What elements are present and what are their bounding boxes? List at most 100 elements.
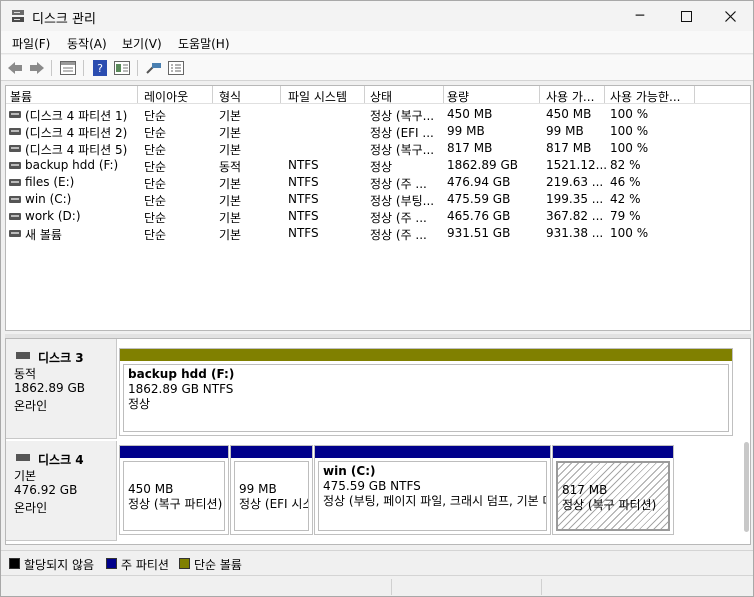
partition-win-c[interactable]: win (C:) 475.59 GB NTFS 정상 (부팅, 페이지 파일, … [314, 445, 551, 535]
menu-view[interactable]: 보기(V) [122, 35, 162, 52]
status-bar [1, 575, 753, 596]
properties-icon [60, 61, 76, 75]
table-cell: 정상 (복구... [370, 143, 435, 157]
table-row[interactable]: (디스크 4 파티션 1) 단순 기본 정상 (복구... 450 MB 450 MB 10… [6, 106, 750, 123]
menu-file[interactable]: 파일(F) [12, 35, 50, 52]
table-cell: 817 MB [546, 141, 592, 155]
table-row[interactable]: win (C:) 단순 기본 NTFS 정상 (부팅... 475.59 GB 199.35… [6, 191, 750, 208]
column-header[interactable]: 상태 [370, 88, 392, 105]
column-divider[interactable] [212, 86, 213, 103]
toolbar-separator [83, 60, 84, 76]
details-button[interactable] [167, 59, 185, 77]
column-header[interactable]: 사용 가능한... [610, 88, 680, 105]
table-cell: 새 볼륨 [25, 228, 62, 242]
table-cell: 정상 (주 ... [370, 211, 427, 225]
table-cell: NTFS [288, 209, 319, 223]
disk-label-4[interactable]: 디스크 4 기본 476.92 GB 온라인 [6, 441, 117, 541]
partition-bar [120, 349, 732, 361]
partition-size: 817 MB [562, 483, 608, 497]
partition-info: 99 MB 정상 (EFI 시스템 파티션) [234, 461, 309, 531]
back-button[interactable] [6, 59, 24, 77]
partition-size: 475.59 GB NTFS [323, 479, 421, 493]
window-title: 디스크 관리 [32, 12, 96, 27]
disk-management-icon [12, 10, 24, 22]
forward-button[interactable] [28, 59, 46, 77]
table-cell: backup hdd (F:) [25, 158, 119, 172]
volume-drive-icon [9, 230, 21, 237]
column-header[interactable]: 사용 가... [546, 88, 594, 105]
toolbar-separator [137, 60, 138, 76]
close-icon [724, 10, 736, 22]
legend-label-simple: 단순 볼륨 [194, 558, 242, 572]
table-cell: 42 % [610, 192, 641, 206]
volume-drive-icon [9, 196, 21, 203]
table-cell: (디스크 4 파티션 5) [25, 143, 128, 157]
column-header[interactable]: 용량 [447, 88, 469, 105]
table-cell: 450 MB [447, 107, 493, 121]
table-cell: 367.82 ... [546, 209, 604, 223]
column-divider[interactable] [443, 86, 444, 103]
maximize-button[interactable] [663, 1, 709, 31]
volume-drive-icon [9, 213, 21, 220]
table-cell: 정상 (부팅... [370, 194, 435, 208]
partition-status: 정상 [128, 397, 151, 411]
table-cell: 1862.89 GB [447, 158, 518, 172]
status-divider [541, 579, 542, 595]
minimize-button[interactable]: ─ [617, 1, 663, 31]
column-header[interactable]: 파일 시스템 [288, 88, 347, 105]
view-button[interactable] [113, 59, 131, 77]
table-cell: 단순 [144, 228, 167, 242]
disk-label-3[interactable]: 디스크 3 동적 1862.89 GB 온라인 [6, 339, 117, 439]
table-row[interactable]: work (D:) 단순 기본 NTFS 정상 (주 ... 465.76 GB 367.8… [6, 208, 750, 225]
table-cell: 100 % [610, 141, 649, 155]
column-header[interactable]: 형식 [219, 88, 241, 105]
svg-text:?: ? [97, 62, 103, 75]
table-row[interactable]: (디스크 4 파티션 2) 단순 기본 정상 (EFI ... 99 MB 99 MB 10… [6, 123, 750, 140]
column-header[interactable]: 레이아웃 [144, 88, 188, 105]
table-cell: 1521.12... [546, 158, 608, 172]
partition-name: backup hdd (F:) [128, 367, 235, 381]
partition-info-selected: 817 MB 정상 (복구 파티션) [556, 461, 670, 531]
close-button[interactable] [707, 1, 753, 31]
table-cell: 단순 [144, 194, 167, 208]
partition-efi[interactable]: 99 MB 정상 (EFI 시스템 파티션) [230, 445, 313, 535]
table-row[interactable]: backup hdd (F:) 단순 동적 NTFS 정상 1862.89 GB 1521.… [6, 157, 750, 174]
menu-action[interactable]: 동작(A) [67, 35, 107, 52]
connect-button[interactable] [145, 59, 163, 77]
table-cell: 100 % [610, 124, 649, 138]
partition-size: 450 MB [128, 482, 174, 496]
partition-recovery-1[interactable]: 450 MB 정상 (복구 파티션) [119, 445, 229, 535]
table-cell: 79 % [610, 209, 641, 223]
help-button[interactable]: ? [91, 59, 109, 77]
properties-button[interactable] [59, 59, 77, 77]
legend-bar: 할당되지 않음 주 파티션 단순 볼륨 [1, 550, 753, 574]
table-row[interactable]: (디스크 4 파티션 5) 단순 기본 정상 (복구... 817 MB 817 MB 10… [6, 140, 750, 157]
table-row[interactable]: 새 볼륨 단순 기본 NTFS 정상 (주 ... 931.51 GB 931.38 ...… [6, 225, 750, 242]
disk-view-scrollbar[interactable] [744, 442, 749, 532]
legend-swatch-simple [179, 558, 190, 569]
volume-list-header: 볼륨 레이아웃 형식 파일 시스템 상태 용량 사용 가... 사용 가능한... [6, 86, 750, 105]
menu-bar: 파일(F) 동작(A) 보기(V) 도움말(H) [1, 31, 753, 54]
volume-drive-icon [9, 179, 21, 186]
disk-size: 476.92 GB [14, 483, 78, 497]
table-row[interactable]: files (E:) 단순 기본 NTFS 정상 (주 ... 476.94 GB 219.… [6, 174, 750, 191]
partition-recovery-5[interactable]: 817 MB 정상 (복구 파티션) [552, 445, 674, 535]
column-divider[interactable] [539, 86, 540, 103]
partition-status: 정상 (EFI 시스템 파티션) [239, 497, 308, 511]
table-cell: 단순 [144, 143, 167, 157]
table-cell: 기본 [219, 211, 242, 225]
column-divider[interactable] [280, 86, 281, 103]
column-header[interactable]: 볼륨 [10, 88, 32, 105]
column-divider[interactable] [364, 86, 365, 103]
column-divider[interactable] [137, 86, 138, 103]
menu-help[interactable]: 도움말(H) [178, 35, 230, 52]
table-cell: 219.63 ... [546, 175, 604, 189]
legend-swatch-unallocated [9, 558, 20, 569]
table-cell: 99 MB [546, 124, 584, 138]
column-divider[interactable] [694, 86, 695, 103]
column-divider[interactable] [604, 86, 605, 103]
partition-bar [315, 446, 550, 458]
partition-backup-hdd[interactable]: backup hdd (F:) 1862.89 GB NTFS 정상 [119, 348, 733, 436]
table-cell: win (C:) [25, 192, 72, 206]
table-cell: 정상 (복구... [370, 109, 435, 123]
